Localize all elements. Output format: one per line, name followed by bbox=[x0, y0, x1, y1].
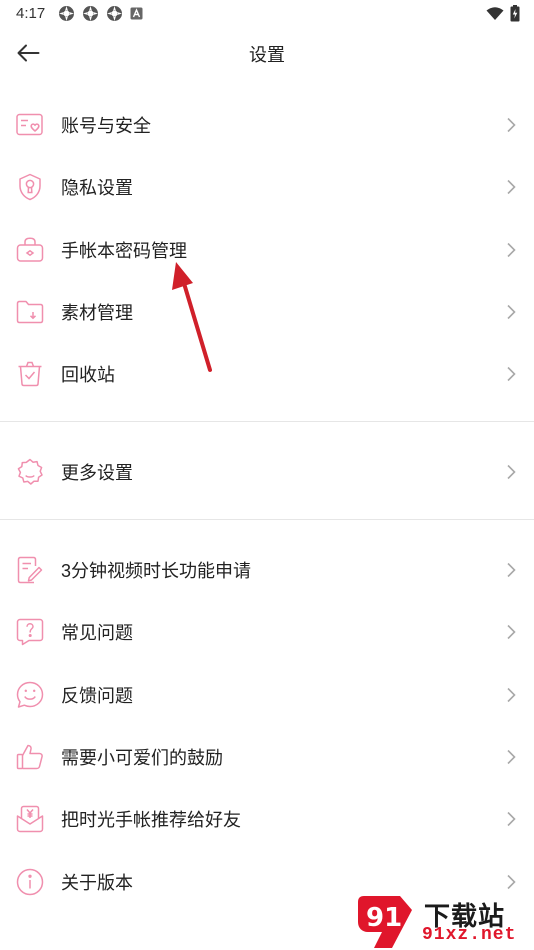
yen-envelope-icon bbox=[16, 805, 44, 833]
row-label: 素材管理 bbox=[61, 303, 133, 324]
chevron-right-icon bbox=[507, 563, 516, 578]
row-label: 需要小可爱们的鼓励 bbox=[61, 748, 223, 769]
settings-row-faq[interactable]: 常见问题 bbox=[0, 601, 534, 663]
settings-group-account: 账号与安全 隐私设置 手帐本密码管理 素材管理 回收站 bbox=[0, 94, 534, 405]
section-divider bbox=[0, 421, 534, 422]
row-label: 关于版本 bbox=[61, 872, 133, 893]
chevron-right-icon bbox=[507, 242, 516, 257]
lock-briefcase-icon bbox=[16, 236, 44, 264]
row-label: 手帐本密码管理 bbox=[61, 240, 187, 261]
chevron-right-icon bbox=[507, 874, 516, 889]
settings-row-privacy[interactable]: 隐私设置 bbox=[0, 156, 534, 218]
row-label: 账号与安全 bbox=[61, 116, 151, 137]
watermark-badge-icon: 91 bbox=[358, 896, 412, 948]
chevron-right-icon bbox=[507, 304, 516, 320]
watermark-badge-text: 91 bbox=[366, 903, 402, 933]
chevron-right-icon bbox=[507, 180, 516, 195]
notification-a-icon bbox=[130, 7, 143, 20]
chevron-right-icon bbox=[507, 749, 516, 765]
edit-document-icon bbox=[16, 556, 44, 584]
privacy-shield-icon bbox=[16, 173, 44, 201]
settings-row-more-settings[interactable]: 更多设置 bbox=[0, 441, 534, 503]
row-label: 3分钟视频时长功能申请 bbox=[61, 561, 252, 582]
chevron-right-icon bbox=[507, 118, 516, 133]
settings-row-journal-password[interactable]: 手帐本密码管理 bbox=[0, 219, 534, 281]
row-label: 隐私设置 bbox=[61, 178, 133, 199]
chevron-right-icon bbox=[507, 625, 516, 640]
thumbs-up-icon bbox=[16, 743, 44, 771]
header: 设置 bbox=[0, 30, 534, 76]
notification-app-icon bbox=[107, 6, 122, 21]
status-time: 4:17 bbox=[16, 5, 46, 22]
chevron-right-icon bbox=[507, 687, 516, 702]
gear-icon bbox=[16, 458, 44, 486]
settings-row-feedback[interactable]: 反馈问题 bbox=[0, 664, 534, 726]
watermark-logo: 91 下载站 91xz.net bbox=[354, 892, 534, 950]
row-label: 回收站 bbox=[61, 365, 115, 386]
row-label: 把时光手帐推荐给好友 bbox=[61, 810, 241, 831]
section-divider bbox=[0, 519, 534, 520]
page-title: 设置 bbox=[249, 45, 285, 65]
settings-group-support: 3分钟视频时长功能申请 常见问题 反馈问题 需要小可爱们的鼓励 把时光手帐推荐给… bbox=[0, 539, 534, 913]
system-icons bbox=[486, 5, 520, 22]
smile-icon bbox=[16, 681, 44, 709]
notification-app-icon bbox=[83, 6, 98, 21]
watermark-url: 91xz.net bbox=[422, 925, 517, 945]
battery-icon bbox=[510, 5, 520, 22]
status-bar: 4:17 bbox=[0, 0, 534, 30]
settings-row-encourage[interactable]: 需要小可爱们的鼓励 bbox=[0, 726, 534, 788]
notification-icons bbox=[58, 5, 143, 22]
row-label: 反馈问题 bbox=[61, 685, 133, 706]
info-icon bbox=[16, 868, 44, 896]
settings-row-materials[interactable]: 素材管理 bbox=[0, 281, 534, 343]
settings-row-recycle-bin[interactable]: 回收站 bbox=[0, 343, 534, 405]
notification-app-icon bbox=[59, 6, 74, 21]
settings-group-more: 更多设置 bbox=[0, 441, 534, 503]
wifi-icon bbox=[486, 7, 504, 20]
chevron-right-icon bbox=[507, 465, 516, 480]
settings-row-video-duration-apply[interactable]: 3分钟视频时长功能申请 bbox=[0, 539, 534, 601]
row-label: 常见问题 bbox=[61, 623, 133, 644]
folder-icon bbox=[16, 298, 44, 326]
settings-row-account-security[interactable]: 账号与安全 bbox=[0, 94, 534, 156]
account-icon bbox=[16, 111, 44, 139]
question-icon bbox=[16, 618, 44, 646]
chevron-right-icon bbox=[507, 812, 516, 827]
row-label: 更多设置 bbox=[61, 463, 133, 484]
chevron-right-icon bbox=[507, 367, 516, 382]
settings-row-recommend-friends[interactable]: 把时光手帐推荐给好友 bbox=[0, 788, 534, 850]
trash-icon bbox=[16, 360, 44, 388]
